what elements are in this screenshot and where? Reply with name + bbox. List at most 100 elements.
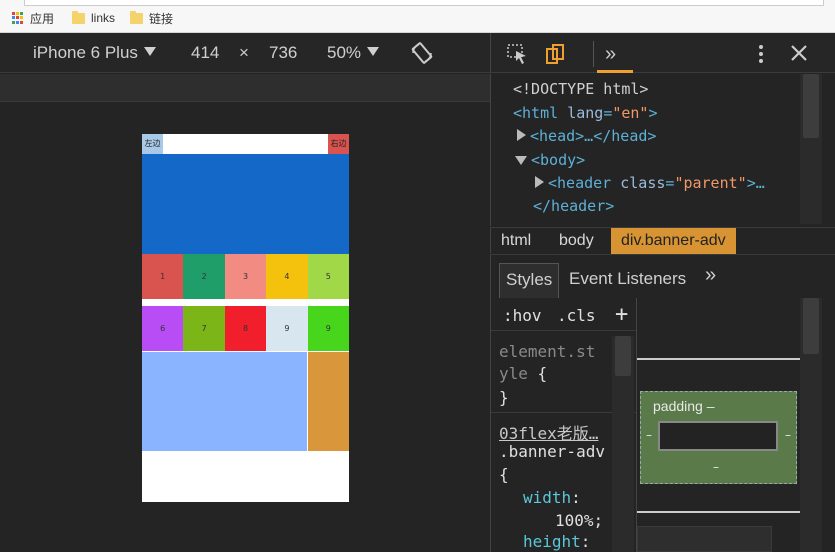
right-button[interactable]: 右边 bbox=[328, 134, 349, 154]
prop-name: width bbox=[523, 488, 572, 507]
tag-text: <html bbox=[513, 104, 559, 122]
grid-row-2: 6 7 8 9 9 bbox=[142, 306, 349, 351]
grid-cell[interactable]: 7 bbox=[183, 306, 225, 351]
header-node[interactable]: <header class="parent">… bbox=[535, 174, 765, 192]
grid-row-1: 1 2 3 4 5 bbox=[142, 254, 349, 299]
device-select[interactable]: iPhone 6 Plus bbox=[33, 43, 156, 63]
tab-styles[interactable]: Styles bbox=[499, 263, 560, 299]
hov-button[interactable]: :hov bbox=[503, 306, 542, 325]
chevron-down-icon bbox=[143, 47, 156, 56]
breadcrumb-div-banner-adv[interactable]: div.banner-adv bbox=[611, 228, 736, 254]
attr-name: lang bbox=[567, 104, 604, 122]
rule-selector[interactable]: .banner-adv bbox=[499, 442, 605, 461]
bottom-right-block bbox=[308, 352, 349, 451]
rotate-icon[interactable] bbox=[410, 41, 434, 70]
sidebar-tabs: Styles Event Listeners » bbox=[490, 254, 835, 299]
width-property[interactable]: width: bbox=[523, 488, 581, 507]
bookmark-lianjie[interactable]: 链接 bbox=[130, 10, 173, 26]
times-sign: × bbox=[239, 43, 249, 62]
content-box[interactable] bbox=[658, 421, 778, 451]
head-node[interactable]: <head>…</head> bbox=[517, 127, 656, 145]
padding-right-value[interactable]: – bbox=[785, 428, 791, 442]
grid-cell[interactable]: 3 bbox=[224, 254, 267, 299]
close-brace: } bbox=[499, 388, 509, 407]
prop-name: height bbox=[523, 532, 581, 551]
add-rule-button[interactable]: + bbox=[615, 302, 628, 327]
grid-cell[interactable]: 9 bbox=[266, 306, 308, 351]
height-property[interactable]: height: bbox=[523, 532, 590, 551]
element-style-text: yle bbox=[499, 364, 528, 383]
device-toolbar: iPhone 6 Plus 414 × 736 50% bbox=[0, 33, 490, 73]
tag-text: > bbox=[648, 104, 658, 122]
cls-button[interactable]: .cls bbox=[557, 306, 596, 325]
phone-header: 左边 右边 bbox=[142, 134, 349, 154]
grid-cell[interactable]: 1 bbox=[142, 254, 184, 299]
tag-text: >… bbox=[746, 174, 765, 192]
padding-label: padding – bbox=[653, 398, 715, 414]
attr-name: class bbox=[620, 174, 666, 192]
element-style-selector: element.st bbox=[499, 342, 596, 361]
rule-source-link[interactable]: 03flex老版… bbox=[499, 420, 598, 444]
styles-scrollbar[interactable] bbox=[612, 336, 634, 552]
attr-value: "en" bbox=[612, 104, 649, 122]
chevron-down-icon bbox=[367, 47, 380, 56]
folder-icon bbox=[72, 10, 85, 24]
elements-scrollbar[interactable] bbox=[800, 74, 822, 224]
padding-bottom-value[interactable]: – bbox=[713, 460, 719, 474]
zoom-select[interactable]: 50% bbox=[327, 43, 380, 63]
open-brace: { bbox=[537, 364, 548, 383]
phone-page: 左边 右边 1 2 3 4 5 6 7 8 9 9 bbox=[142, 134, 349, 502]
header-close-node[interactable]: </header> bbox=[533, 197, 614, 215]
bookmark-lianjie-label: 链接 bbox=[149, 11, 174, 26]
padding-left-value[interactable]: – bbox=[646, 428, 652, 442]
breadcrumb-html[interactable]: html bbox=[491, 228, 541, 254]
width-value[interactable]: 100%; bbox=[555, 511, 603, 530]
breadcrumb: html body div.banner-adv bbox=[490, 227, 835, 254]
boxmodel-scrollbar[interactable] bbox=[800, 298, 822, 552]
padding-text: padding bbox=[653, 398, 703, 414]
close-icon[interactable] bbox=[787, 43, 811, 65]
expand-arrow-icon[interactable] bbox=[517, 129, 526, 141]
bookmark-links-label: links bbox=[91, 11, 116, 25]
doctype-line[interactable]: <!DOCTYPE html> bbox=[513, 80, 648, 98]
body-node[interactable]: <body> bbox=[515, 151, 585, 169]
grid-cell[interactable]: 8 bbox=[224, 306, 267, 351]
elements-tree: <!DOCTYPE html> <html lang="en"> <head>…… bbox=[490, 74, 835, 226]
zoom-value: 50% bbox=[327, 43, 362, 62]
tag-text: <head>…</head> bbox=[530, 127, 657, 145]
grid-cell[interactable]: 6 bbox=[142, 306, 184, 351]
bookmark-apps[interactable]: 应用 bbox=[12, 10, 54, 26]
element-style-line: yle { bbox=[499, 364, 547, 383]
kebab-menu-icon[interactable] bbox=[749, 43, 773, 65]
height-input[interactable]: 736 bbox=[269, 43, 297, 63]
apps-grid-icon bbox=[12, 12, 24, 24]
grid-cell[interactable]: 9 bbox=[307, 306, 349, 351]
device-mode-icon[interactable] bbox=[544, 43, 568, 65]
grid-cell[interactable]: 4 bbox=[266, 254, 308, 299]
media-query-ruler bbox=[0, 74, 490, 102]
padding-top-value: – bbox=[706, 398, 715, 414]
bottom-left-block bbox=[142, 352, 307, 451]
width-input[interactable]: 414 bbox=[191, 43, 219, 63]
left-button[interactable]: 左边 bbox=[142, 134, 163, 154]
grid-cell[interactable]: 5 bbox=[307, 254, 349, 299]
devtools-toolbar: » bbox=[490, 33, 835, 73]
more-panels-icon[interactable]: » bbox=[605, 43, 629, 65]
folder-icon bbox=[130, 10, 143, 24]
bookmark-apps-label: 应用 bbox=[30, 11, 55, 26]
collapse-arrow-icon[interactable] bbox=[515, 156, 527, 165]
breadcrumb-body[interactable]: body bbox=[549, 228, 604, 254]
tab-event-listeners[interactable]: Event Listeners bbox=[563, 263, 692, 299]
grid-cell[interactable]: 2 bbox=[183, 254, 225, 299]
tag-text: <body> bbox=[531, 151, 586, 169]
more-tabs-icon[interactable]: » bbox=[699, 259, 722, 295]
bookmark-links[interactable]: links bbox=[72, 10, 115, 26]
bookmarks-bar: 应用 links 链接 bbox=[0, 0, 835, 33]
banner-adv bbox=[142, 154, 349, 254]
device-name: iPhone 6 Plus bbox=[33, 43, 138, 62]
rule-open-brace: { bbox=[499, 465, 509, 484]
tag-text: <header bbox=[548, 174, 612, 192]
inspect-cursor-icon[interactable] bbox=[506, 43, 530, 65]
expand-arrow-icon[interactable] bbox=[535, 176, 544, 188]
html-node[interactable]: <html lang="en"> bbox=[513, 104, 658, 122]
